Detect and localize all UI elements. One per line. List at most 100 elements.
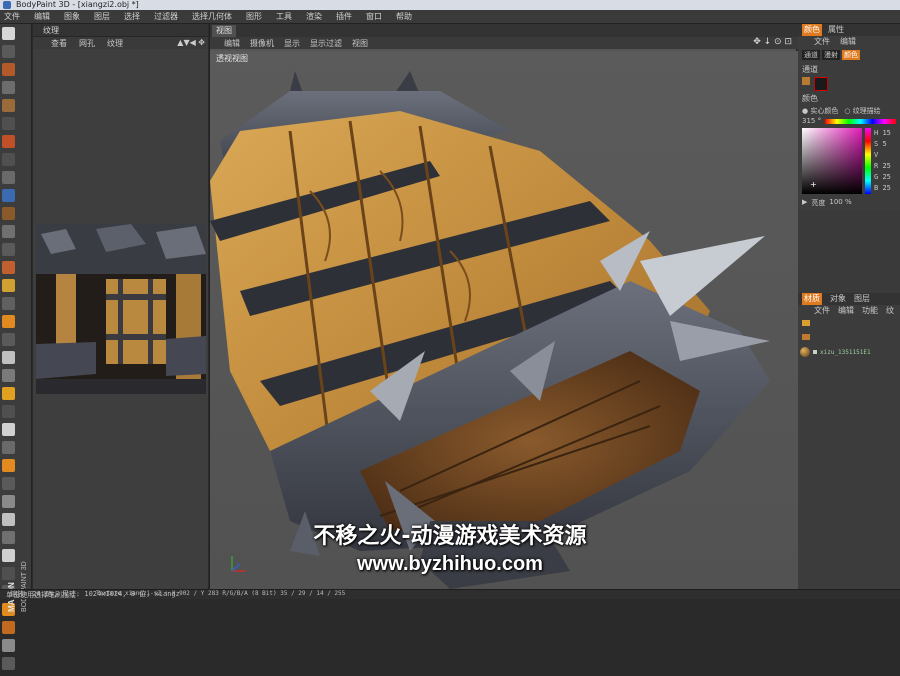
g-value[interactable]: 25	[882, 173, 890, 181]
dodge-icon[interactable]	[2, 261, 15, 274]
projection-icon[interactable]	[2, 477, 15, 490]
layer-icon[interactable]	[2, 351, 15, 364]
menu-select-geometry[interactable]: 选择几何体	[192, 11, 232, 22]
gradient-icon[interactable]	[2, 297, 15, 310]
brush-icon[interactable]	[2, 171, 15, 184]
viewport-menu-edit[interactable]: 编辑	[224, 38, 240, 49]
viewport-menu-camera[interactable]: 摄像机	[250, 38, 274, 49]
eraser-icon[interactable]	[2, 207, 15, 220]
title-bar: BodyPaint 3D - [xiangzi2.obj *]	[0, 0, 900, 10]
viewport-menu-filter[interactable]: 显示过滤	[310, 38, 342, 49]
folder2-icon	[802, 334, 810, 340]
viewport-menu-view[interactable]: 视图	[352, 38, 368, 49]
bg-color-swatch[interactable]	[814, 77, 828, 91]
star-icon[interactable]	[2, 387, 15, 400]
checker2-icon[interactable]	[2, 513, 15, 526]
obj-menu-function[interactable]: 功能	[862, 305, 878, 317]
menu-tools[interactable]: 工具	[276, 11, 292, 22]
v-letter: V	[874, 151, 879, 159]
menu-filter[interactable]: 过滤器	[154, 11, 178, 22]
viewport-menu-display[interactable]: 显示	[284, 38, 300, 49]
checker-icon[interactable]	[2, 495, 15, 508]
color-picker-icon[interactable]	[2, 315, 15, 328]
menu-select[interactable]: 选择	[124, 11, 140, 22]
r-letter: R	[874, 162, 879, 170]
3d-viewport-canvas[interactable]	[210, 51, 798, 589]
menu-render[interactable]: 渲染	[306, 11, 322, 22]
channel-label: 通道	[802, 65, 818, 74]
undo-icon[interactable]	[2, 27, 15, 40]
menu-image[interactable]: 图象	[64, 11, 80, 22]
rotate-icon[interactable]	[2, 621, 15, 634]
mask-icon[interactable]	[2, 405, 15, 418]
channel-icon[interactable]	[2, 369, 15, 382]
b-value[interactable]: 25	[882, 184, 890, 192]
tab-layers[interactable]: 图层	[854, 293, 870, 305]
paint-mode-icon[interactable]	[2, 459, 15, 472]
menu-window[interactable]: 窗口	[366, 11, 382, 22]
clone-icon[interactable]	[2, 243, 15, 256]
texture-menu-view[interactable]: 查看	[51, 38, 67, 49]
menu-file[interactable]: 文件	[4, 11, 20, 22]
obj-menu-edit[interactable]: 编辑	[838, 305, 854, 317]
tool-palette: MAXON BODYPAINT 3D	[0, 24, 32, 670]
menu-graphics[interactable]: 图形	[246, 11, 262, 22]
hue-slider[interactable]	[825, 118, 896, 124]
tab-viewport[interactable]: 视图	[212, 25, 236, 37]
viewport-nav-icons[interactable]: ✥ ↓ ⊙ ⊡	[753, 37, 792, 47]
hue-strip[interactable]	[865, 128, 871, 194]
texture-menu-mesh[interactable]: 网孔	[79, 38, 95, 49]
r-value[interactable]: 25	[882, 162, 890, 170]
menu-help[interactable]: 帮助	[396, 11, 412, 22]
marquee-icon[interactable]	[2, 81, 15, 94]
texture-map-image	[36, 224, 206, 394]
texture-nav-icons[interactable]: ▲▼◀ ✥	[177, 38, 205, 47]
color-field[interactable]: +	[802, 128, 862, 194]
tab-objects[interactable]: 对象	[830, 293, 846, 305]
fill-icon[interactable]	[2, 279, 15, 292]
brightness-value[interactable]: 100 %	[829, 198, 851, 208]
blank-tool-icon[interactable]	[2, 153, 15, 166]
grid-icon[interactable]	[2, 423, 15, 436]
color-menu-file[interactable]: 文件	[814, 36, 830, 48]
fg-color-swatch[interactable]	[802, 77, 810, 85]
smudge-icon[interactable]	[2, 225, 15, 238]
hue-value[interactable]: 315 °	[802, 117, 821, 125]
color-menu-edit[interactable]: 编辑	[840, 36, 856, 48]
right-panel: 颜色 属性 文件 编辑 通道 漫射 颜色 通道 颜色 ● 实心颜色 ○ 纹理描绘…	[798, 24, 900, 589]
color-cursor-icon: +	[810, 180, 817, 189]
s-value[interactable]: 5	[882, 140, 886, 148]
tab-properties[interactable]: 属性	[828, 24, 844, 36]
more-icon[interactable]	[2, 657, 15, 670]
svg-text:BODYPAINT 3D: BODYPAINT 3D	[21, 561, 28, 612]
move-icon[interactable]	[2, 117, 15, 130]
viewport-menu: 编辑 摄像机 显示 显示过滤 视图	[210, 37, 798, 49]
radio-texture-paint[interactable]: ○ 纹理描绘	[844, 106, 880, 116]
play-icon[interactable]: ▶	[802, 198, 807, 208]
radio-solid-color[interactable]: ● 实心颜色	[802, 106, 838, 116]
tab-color[interactable]: 颜色	[802, 24, 822, 36]
menu-layer[interactable]: 图层	[94, 11, 110, 22]
menu-edit[interactable]: 编辑	[34, 11, 50, 22]
menu-plugins[interactable]: 插件	[336, 11, 352, 22]
tab-materials[interactable]: 材质	[802, 293, 822, 305]
g-letter: G	[874, 173, 879, 181]
texture-menu-texture[interactable]: 纹理	[107, 38, 123, 49]
tile-icon[interactable]	[2, 531, 15, 544]
target-icon[interactable]	[2, 135, 15, 148]
obj-menu-texture[interactable]: 纹	[886, 305, 894, 317]
pencil-icon[interactable]	[2, 189, 15, 202]
redo-icon[interactable]	[2, 45, 15, 58]
scroll-icon[interactable]	[2, 639, 15, 652]
uv-texture-map[interactable]	[36, 224, 206, 394]
swatch-color[interactable]: 颜色	[842, 50, 860, 60]
swatch-channel[interactable]: 通道	[802, 50, 820, 60]
uv-icon[interactable]	[2, 441, 15, 454]
text-tool-icon[interactable]	[2, 333, 15, 346]
lasso-icon[interactable]	[2, 63, 15, 76]
swatch-diffuse[interactable]: 漫射	[822, 50, 840, 60]
material-row[interactable]: xizu_1351151E1	[798, 345, 900, 359]
h-value[interactable]: 15	[882, 129, 890, 137]
obj-menu-file[interactable]: 文件	[814, 305, 830, 317]
polygon-select-icon[interactable]	[2, 99, 15, 112]
